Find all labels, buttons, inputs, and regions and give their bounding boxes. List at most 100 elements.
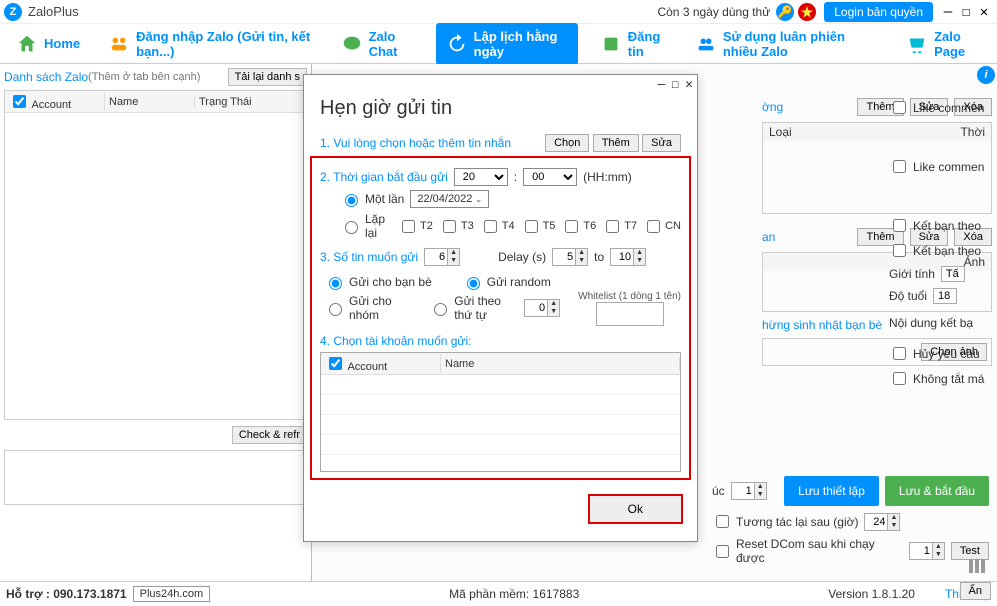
cancel-request-checkbox[interactable] [893, 347, 906, 360]
tab-zalo-chat[interactable]: Zalo Chat [335, 23, 420, 65]
select-all-checkbox[interactable] [13, 95, 26, 108]
support-phone: Hỗ trợ : 090.173.1871 [6, 587, 127, 601]
modal-choose-button[interactable]: Chọn [545, 134, 589, 152]
interact-again-checkbox[interactable] [716, 515, 729, 528]
people-icon [108, 33, 130, 55]
tab-home[interactable]: Home [10, 27, 86, 61]
delay-label: Delay (s) [498, 250, 546, 264]
minute-select[interactable]: 00 [523, 168, 577, 186]
users-icon [695, 33, 717, 55]
ketban-checkbox-1[interactable] [893, 219, 906, 232]
login-button[interactable]: Login bản quyền [824, 2, 933, 22]
reset-count-input[interactable] [910, 544, 932, 558]
t3-checkbox[interactable] [443, 220, 456, 233]
uc-stepper[interactable]: ▲▼ [731, 482, 767, 500]
t3-label: T3 [461, 220, 474, 232]
send-random-radio[interactable] [467, 277, 480, 290]
app-logo-icon: Z [4, 3, 22, 21]
ok-button[interactable]: Ok [588, 494, 683, 524]
delay-to-input[interactable] [611, 250, 633, 264]
interact-hours-input[interactable] [865, 515, 887, 529]
modal-select-all-checkbox[interactable] [329, 357, 342, 370]
uc-input[interactable] [732, 484, 754, 498]
ketban-checkbox-2[interactable] [893, 244, 906, 257]
repeat-radio[interactable] [345, 221, 358, 234]
age-label: Độ tuổi [889, 289, 927, 303]
whitelist-input[interactable] [596, 302, 664, 326]
tab-zalo-page[interactable]: Zalo Page [900, 23, 987, 65]
zalo-list-table[interactable]: Account Name Trạng Thái [4, 90, 307, 420]
count-stepper[interactable]: ▲▼ [424, 248, 460, 266]
modal-account-table[interactable]: Account Name [320, 352, 681, 472]
modal-add-button[interactable]: Thêm [593, 134, 639, 152]
gender-select[interactable] [941, 266, 965, 282]
tab-schedule[interactable]: Lập lịch hằng ngày [436, 23, 578, 65]
minimize-icon[interactable]: — [939, 4, 957, 20]
col-status: Trạng Thái [195, 96, 306, 108]
trial-text: Còn 3 ngày dùng thử [657, 5, 770, 19]
hour-select[interactable]: 20 [454, 168, 508, 186]
hide-button[interactable]: Ẩn [960, 582, 991, 600]
maximize-icon[interactable]: ☐ [957, 4, 975, 20]
repeat-label: Lặp lại [365, 212, 392, 240]
like-comment-checkbox-1[interactable] [893, 101, 906, 114]
date-picker[interactable]: 22/04/2022 [410, 190, 489, 208]
modal-edit-button[interactable]: Sửa [642, 134, 681, 152]
close-icon[interactable]: ✕ [975, 4, 993, 20]
zalo-list-title: Danh sách Zalo [4, 70, 88, 84]
t5-label: T5 [543, 220, 556, 232]
test-button[interactable]: Test [951, 542, 989, 560]
tab-post[interactable]: Đăng tin [594, 23, 673, 65]
check-refresh-button[interactable]: Check & refr [232, 426, 307, 444]
t7-checkbox[interactable] [606, 220, 619, 233]
tab-multi-zalo[interactable]: Sử dụng luân phiên nhiều Zalo [689, 23, 884, 65]
delay-from-stepper[interactable]: ▲▼ [552, 248, 588, 266]
send-random-label: Gửi random [487, 275, 551, 289]
col-name: Name [105, 96, 195, 108]
step2-label: 2. Thời gian bắt đầu gửi [320, 170, 448, 184]
tab-login-zalo[interactable]: Đăng nhập Zalo (Gửi tin, kết bạn...) [102, 23, 318, 65]
flag-vn-icon[interactable] [798, 3, 816, 21]
reset-dcom-checkbox[interactable] [716, 545, 729, 558]
uc-label: úc [712, 484, 725, 498]
reload-list-button[interactable]: Tải lại danh s [228, 68, 307, 86]
t4-label: T4 [502, 220, 515, 232]
modal-maximize-icon[interactable]: ☐ [671, 77, 679, 92]
count-input[interactable] [425, 250, 447, 264]
plus24h-link[interactable]: Plus24h.com [133, 586, 211, 602]
t4-checkbox[interactable] [484, 220, 497, 233]
save-start-button[interactable]: Lưu & bắt đầu [885, 476, 989, 506]
schedule-send-dialog: — ☐ ✕ Hẹn giờ gửi tin 1. Vui lòng chọn h… [303, 74, 698, 542]
send-friends-radio[interactable] [329, 277, 342, 290]
send-friends-label: Gửi cho bạn bè [349, 275, 432, 289]
send-order-radio[interactable] [434, 303, 447, 316]
once-radio[interactable] [345, 194, 358, 207]
delay-from-input[interactable] [553, 250, 575, 264]
t6-label: T6 [583, 220, 596, 232]
cn-label: CN [665, 220, 681, 232]
age-input[interactable] [933, 288, 957, 304]
order-stepper[interactable]: ▲▼ [524, 299, 560, 317]
like-comment-label-2: Like commen [913, 160, 984, 174]
t5-checkbox[interactable] [525, 220, 538, 233]
whitelist-label: Whitelist (1 dòng 1 tên) [578, 291, 681, 302]
cn-checkbox[interactable] [647, 220, 660, 233]
order-input[interactable] [525, 301, 547, 315]
send-group-radio[interactable] [329, 303, 342, 316]
info-icon[interactable]: i [977, 66, 995, 84]
modal-minimize-icon[interactable]: — [658, 77, 666, 92]
interact-hours-stepper[interactable]: ▲▼ [864, 513, 900, 531]
like-comment-checkbox-2[interactable] [893, 160, 906, 173]
save-settings-button[interactable]: Lưu thiết lập [784, 476, 879, 506]
step3-label: 3. Số tin muốn gửi [320, 250, 418, 264]
modal-close-icon[interactable]: ✕ [685, 77, 693, 92]
tab-chat-label: Zalo Chat [369, 29, 414, 59]
key-icon[interactable]: 🔑 [776, 3, 794, 21]
send-group-label: Gửi cho nhóm [349, 294, 407, 322]
tab-schedule-label: Lập lịch hằng ngày [474, 29, 568, 59]
t6-checkbox[interactable] [565, 220, 578, 233]
delay-to-stepper[interactable]: ▲▼ [610, 248, 646, 266]
reset-count-stepper[interactable]: ▲▼ [909, 542, 945, 560]
no-shutdown-checkbox[interactable] [893, 372, 906, 385]
t2-checkbox[interactable] [402, 220, 415, 233]
